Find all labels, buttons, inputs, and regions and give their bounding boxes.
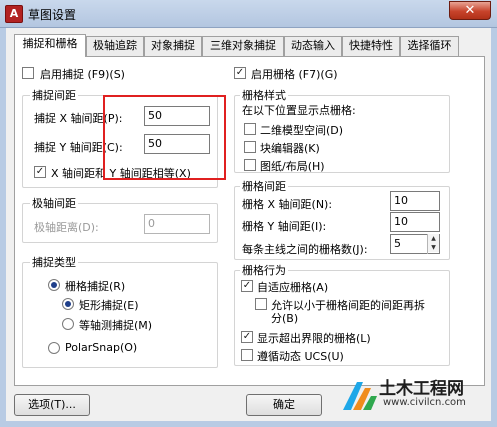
equal-spacing-label: X 轴间距和 Y 轴间距相等(X) bbox=[51, 167, 191, 180]
isometric-snap-label: 等轴测捕捉(M) bbox=[79, 319, 153, 332]
ok-button[interactable]: 确定 bbox=[246, 394, 322, 416]
rectangular-snap-radio[interactable] bbox=[62, 298, 74, 310]
adaptive-grid-checkbox[interactable]: ✓ bbox=[241, 280, 253, 292]
follow-dynamic-ucs-label: 遵循动态 UCS(U) bbox=[257, 350, 344, 363]
grid-style-group-label: 栅格样式 bbox=[240, 87, 288, 103]
watermark-site-url: www.civilcn.com bbox=[383, 397, 466, 408]
grid-2d-model-space-label: 二维模型空间(D) bbox=[260, 124, 344, 137]
watermark-logo-icon bbox=[343, 382, 377, 410]
enable-grid-label: 启用栅格 (F7)(G) bbox=[251, 68, 338, 81]
grid-y-spacing-label: 栅格 Y 轴间距(I): bbox=[242, 220, 327, 233]
snap-y-spacing-input[interactable]: 50 bbox=[144, 134, 210, 154]
title-bar[interactable]: A 草图设置 ✕ bbox=[0, 0, 497, 28]
grid-2d-model-space-checkbox[interactable] bbox=[244, 123, 256, 135]
tab-quick-properties[interactable]: 快捷特性 bbox=[342, 36, 400, 56]
snap-x-spacing-label: 捕捉 X 轴间距(P): bbox=[34, 112, 123, 125]
window-title: 草图设置 bbox=[28, 8, 77, 22]
grid-style-hint: 在以下位置显示点栅格: bbox=[242, 104, 356, 117]
polar-spacing-group-label: 极轴间距 bbox=[30, 195, 78, 211]
display-beyond-limits-checkbox[interactable]: ✓ bbox=[241, 331, 253, 343]
subdivide-grid-label-continued: 分(B) bbox=[271, 312, 299, 325]
enable-snap-label: 启用捕捉 (F9)(S) bbox=[40, 68, 125, 81]
polar-distance-input[interactable]: 0 bbox=[144, 214, 210, 234]
snap-x-spacing-input[interactable]: 50 bbox=[144, 106, 210, 126]
grid-block-editor-label: 块编辑器(K) bbox=[260, 142, 320, 155]
polar-snap-label: PolarSnap(O) bbox=[65, 341, 138, 354]
polar-snap-radio[interactable] bbox=[48, 342, 60, 354]
site-watermark: 土木工程网 www.civilcn.com bbox=[339, 370, 497, 427]
spinner-up-icon[interactable]: ▲ bbox=[428, 234, 439, 243]
snap-y-spacing-label: 捕捉 Y 轴间距(C): bbox=[34, 141, 123, 154]
follow-dynamic-ucs-checkbox[interactable] bbox=[241, 349, 253, 361]
window-frame-right bbox=[491, 28, 497, 427]
spinner-down-icon[interactable]: ▼ bbox=[428, 243, 439, 252]
grid-block-editor-checkbox[interactable] bbox=[244, 141, 256, 153]
grid-sheet-layout-checkbox[interactable] bbox=[244, 159, 256, 171]
watermark-site-name: 土木工程网 bbox=[379, 379, 464, 399]
grid-snap-radio[interactable] bbox=[48, 279, 60, 291]
adaptive-grid-label: 自适应栅格(A) bbox=[257, 281, 329, 294]
grid-sheet-layout-label: 图纸/布局(H) bbox=[260, 160, 325, 173]
rectangular-snap-label: 矩形捕捉(E) bbox=[79, 299, 139, 312]
tab-3d-object-snap[interactable]: 三维对象捕捉 bbox=[202, 36, 284, 56]
major-line-count-spinner[interactable]: ▲ ▼ bbox=[427, 234, 439, 254]
grid-spacing-group-label: 栅格间距 bbox=[240, 178, 288, 194]
grid-behavior-group-label: 栅格行为 bbox=[240, 262, 288, 278]
tab-dynamic-input[interactable]: 动态输入 bbox=[284, 36, 342, 56]
subdivide-grid-checkbox[interactable] bbox=[255, 298, 267, 310]
grid-x-spacing-input[interactable]: 10 bbox=[390, 191, 440, 211]
snap-spacing-group-label: 捕捉间距 bbox=[30, 87, 78, 103]
options-button[interactable]: 选项(T)... bbox=[14, 394, 90, 416]
tab-selection-cycling[interactable]: 选择循环 bbox=[400, 36, 459, 56]
enable-snap-checkbox[interactable] bbox=[22, 67, 34, 79]
polar-distance-label: 极轴距离(D): bbox=[34, 221, 99, 234]
window-frame-left bbox=[0, 28, 6, 427]
tab-polar-tracking[interactable]: 极轴追踪 bbox=[86, 36, 144, 56]
display-beyond-limits-label: 显示超出界限的栅格(L) bbox=[257, 332, 371, 345]
grid-x-spacing-label: 栅格 X 轴间距(N): bbox=[242, 198, 333, 211]
tab-snap-and-grid[interactable]: 捕捉和栅格 bbox=[14, 34, 86, 57]
grid-snap-label: 栅格捕捉(R) bbox=[65, 280, 126, 293]
isometric-snap-radio[interactable] bbox=[62, 318, 74, 330]
autocad-app-icon: A bbox=[5, 5, 23, 23]
tab-object-snap[interactable]: 对象捕捉 bbox=[144, 36, 202, 56]
enable-grid-checkbox[interactable]: ✓ bbox=[234, 67, 246, 79]
equal-spacing-checkbox[interactable]: ✓ bbox=[34, 166, 46, 178]
grid-y-spacing-input[interactable]: 10 bbox=[390, 212, 440, 232]
close-button[interactable]: ✕ bbox=[449, 1, 491, 20]
major-line-count-label: 每条主线之间的栅格数(J): bbox=[242, 243, 368, 256]
snap-type-group-label: 捕捉类型 bbox=[30, 254, 78, 270]
